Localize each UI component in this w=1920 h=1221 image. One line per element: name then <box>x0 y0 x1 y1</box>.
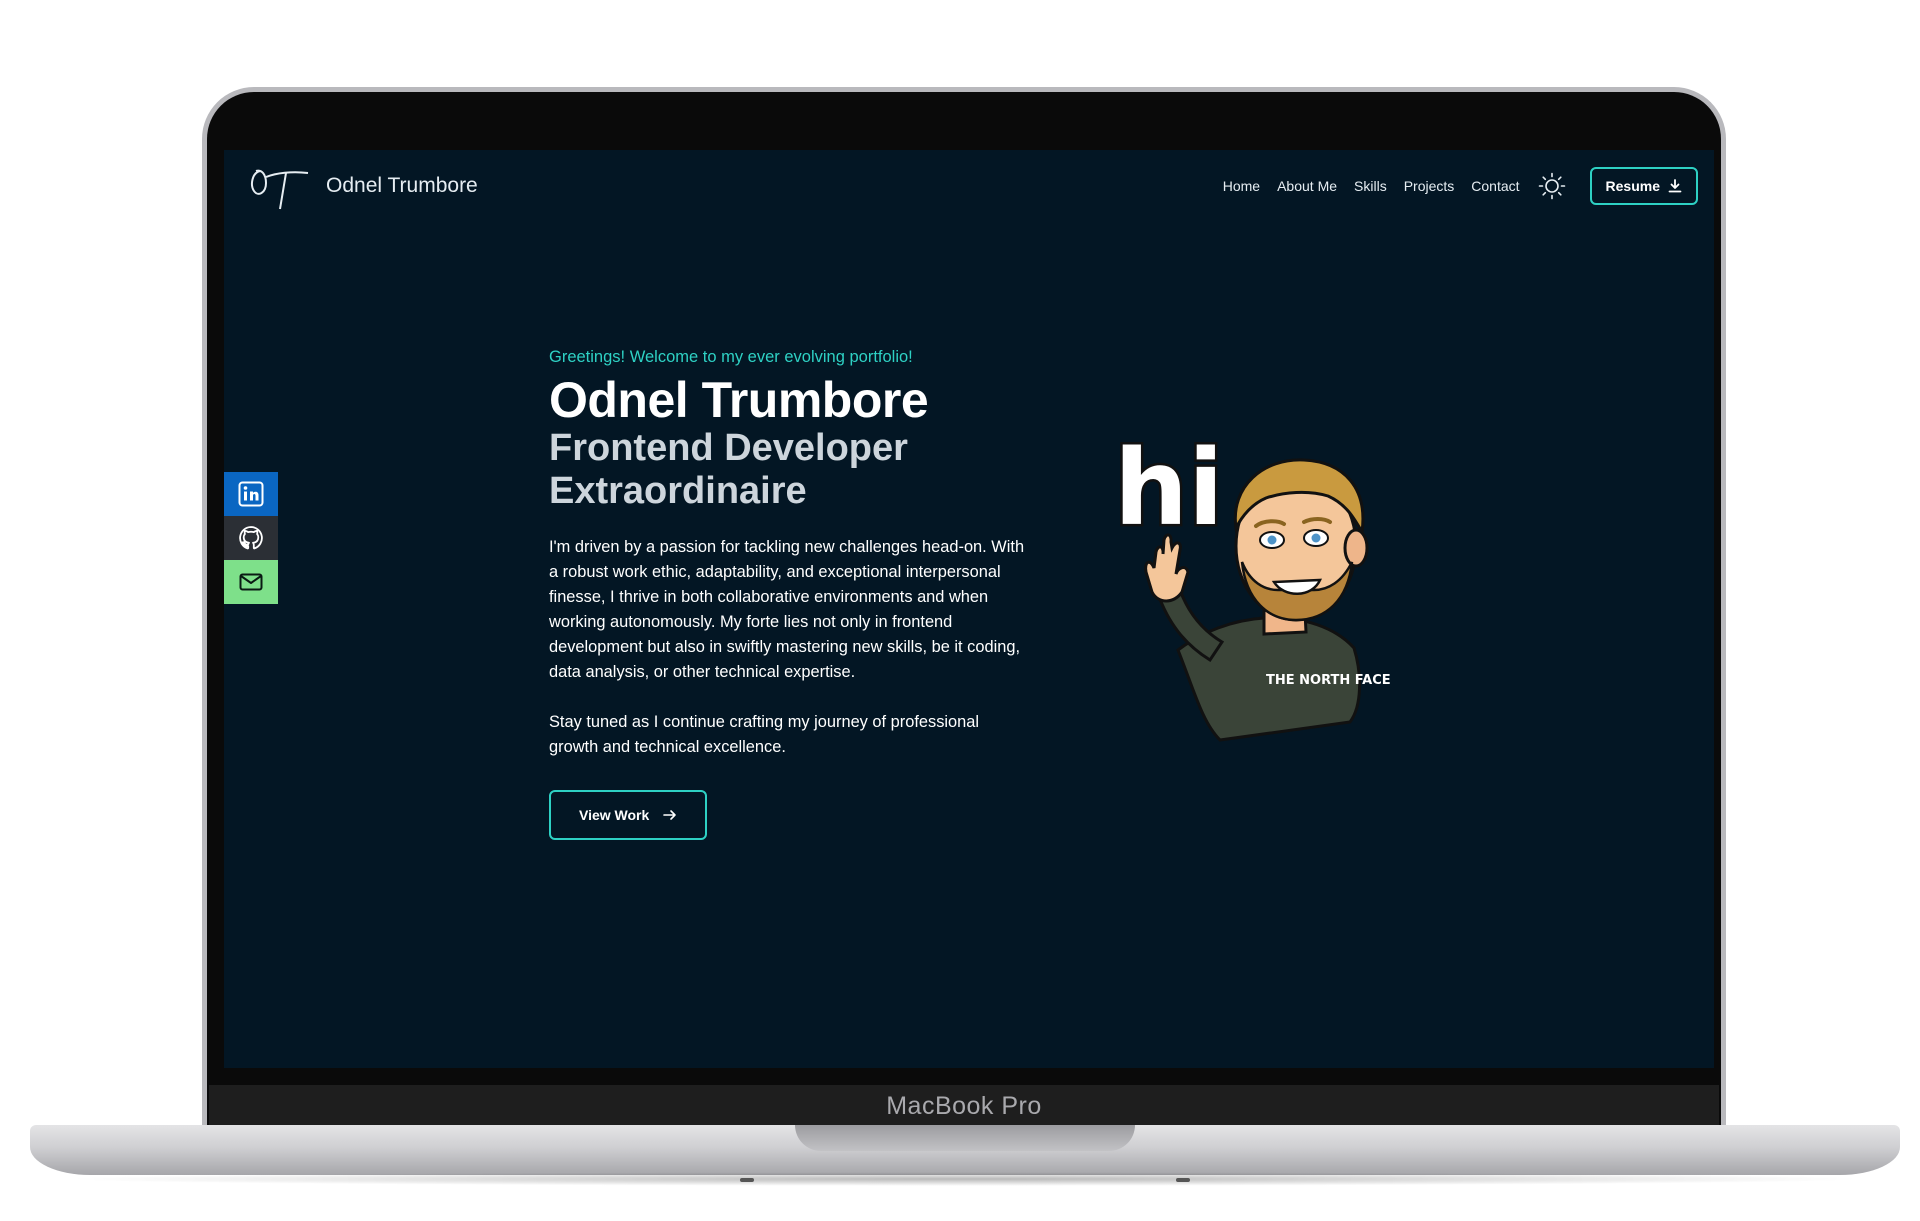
nav-link-skills[interactable]: Skills <box>1354 178 1387 194</box>
resume-button[interactable]: Resume <box>1589 167 1698 205</box>
hero-role-line1: Frontend Developer <box>549 427 908 469</box>
laptop-foot <box>1176 1178 1190 1182</box>
github-icon <box>239 526 263 550</box>
view-work-button[interactable]: View Work <box>549 790 708 840</box>
hero-description-followup: Stay tuned as I continue crafting my jou… <box>549 713 980 756</box>
arrow-right-icon <box>663 810 677 820</box>
social-sidebar <box>224 472 278 604</box>
linkedin-link[interactable] <box>224 472 278 516</box>
theme-toggle-button[interactable] <box>1537 171 1567 201</box>
hero-role-line2: Extraordinaire <box>549 470 807 512</box>
github-link[interactable] <box>224 516 278 560</box>
brand[interactable]: Odnel Trumbore <box>246 159 478 213</box>
hero-name: Odnel Trumbore <box>549 372 929 428</box>
hoodie-logo-text: THE NORTH FACE <box>1266 673 1391 688</box>
nav-link-about-me[interactable]: About Me <box>1277 178 1337 194</box>
sun-icon <box>1538 172 1565 200</box>
hi-text: hi <box>1114 427 1224 549</box>
screen: Odnel Trumbore Home About Me Skills Proj… <box>224 150 1714 1068</box>
resume-label: Resume <box>1605 178 1660 194</box>
hero-greeting: Greetings! Welcome to my ever evolving p… <box>549 348 913 366</box>
email-link[interactable] <box>224 560 278 604</box>
download-icon <box>1668 179 1682 193</box>
brand-name: Odnel Trumbore <box>326 174 478 197</box>
view-work-label: View Work <box>579 807 650 823</box>
laptop-notch <box>795 1125 1135 1151</box>
navbar: Odnel Trumbore Home About Me Skills Proj… <box>224 150 1714 222</box>
nav-link-projects[interactable]: Projects <box>1404 178 1455 194</box>
nav-link-contact[interactable]: Contact <box>1471 178 1519 194</box>
mail-icon <box>239 573 263 591</box>
nav-links: Home About Me Skills Projects Contact Re… <box>1223 167 1698 205</box>
laptop-shadow <box>60 1172 1870 1186</box>
hero-description: I'm driven by a passion for tackling new… <box>549 538 1025 681</box>
signature-logo-icon <box>251 169 309 210</box>
nav-link-home[interactable]: Home <box>1223 178 1260 194</box>
laptop-chin: MacBook Pro <box>209 1085 1719 1127</box>
linkedin-icon <box>238 481 264 507</box>
hero-section: Greetings! Welcome to my ever evolving p… <box>549 348 1029 840</box>
waving-avatar-illustration: hi THE NORTH FACE <box>1114 425 1391 742</box>
device-label: MacBook Pro <box>886 1091 1042 1120</box>
laptop-foot <box>740 1178 754 1182</box>
